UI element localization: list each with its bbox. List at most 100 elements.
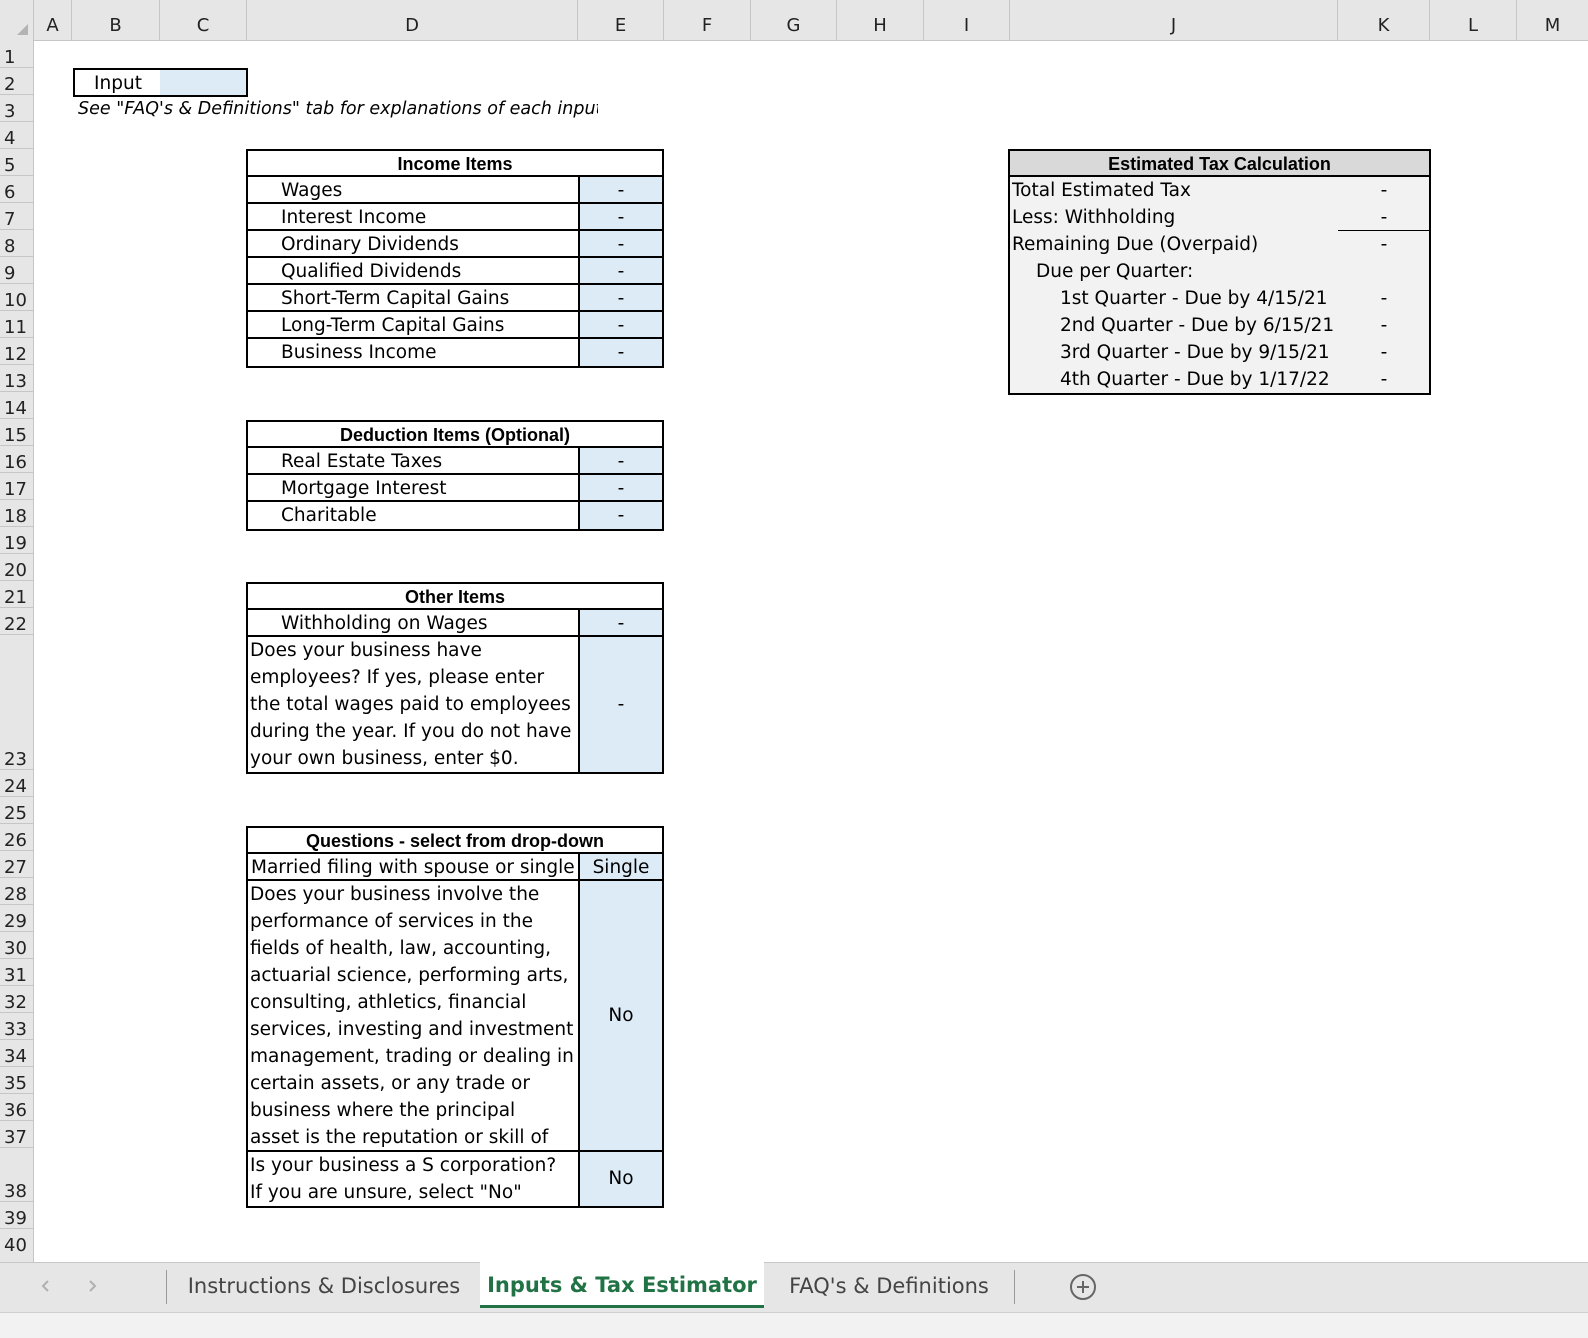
tab-separator xyxy=(166,1270,167,1304)
question-services-line: asset is the reputation or skill of xyxy=(250,1127,549,1148)
row-header[interactable]: 39 xyxy=(0,1202,34,1229)
column-header-c[interactable]: C xyxy=(160,0,247,41)
deduction-items-title: Deduction Items (Optional) xyxy=(248,422,662,448)
row-header[interactable]: 3 xyxy=(0,95,34,122)
tab-instructions-disclosures[interactable]: Instructions & Disclosures xyxy=(168,1263,480,1307)
row-header[interactable]: 10 xyxy=(0,284,34,311)
income-input-wages[interactable]: - xyxy=(580,177,662,204)
column-header-h[interactable]: H xyxy=(837,0,924,41)
row-header[interactable]: 18 xyxy=(0,500,34,527)
row-header[interactable]: 13 xyxy=(0,365,34,392)
tab-faqs-definitions[interactable]: FAQ's & Definitions xyxy=(764,1263,1014,1307)
row-header[interactable]: 8 xyxy=(0,230,34,257)
estimate-label-q4: 4th Quarter - Due by 1/17/22 xyxy=(1060,369,1330,390)
row-header[interactable]: 11 xyxy=(0,311,34,338)
row-header[interactable]: 16 xyxy=(0,446,34,473)
other-items-title: Other Items xyxy=(248,584,662,610)
other-employees-line: employees? If yes, please enter xyxy=(250,667,545,688)
plus-circle-icon[interactable] xyxy=(1069,1273,1097,1301)
other-input-employee-wages[interactable]: - xyxy=(580,691,662,718)
estimate-label-total: Total Estimated Tax xyxy=(1012,180,1191,201)
row-header[interactable]: 15 xyxy=(0,419,34,446)
column-header-d[interactable]: D xyxy=(247,0,578,41)
row-header[interactable]: 1 xyxy=(0,41,34,68)
row-header[interactable]: 5 xyxy=(0,149,34,176)
column-header-f[interactable]: F xyxy=(664,0,751,41)
row-header[interactable]: 14 xyxy=(0,392,34,419)
row-header[interactable]: 9 xyxy=(0,257,34,284)
chevron-right-icon[interactable] xyxy=(82,1274,102,1298)
row-header[interactable]: 4 xyxy=(0,122,34,149)
income-input-interest[interactable]: - xyxy=(580,204,662,231)
row-header[interactable]: 40 xyxy=(0,1229,34,1262)
row-header[interactable]: 36 xyxy=(0,1094,34,1121)
questions-title: Questions - select from drop-down xyxy=(248,828,662,854)
row-header[interactable]: 24 xyxy=(0,770,34,797)
income-input-business-income[interactable]: - xyxy=(580,339,662,366)
row-header[interactable]: 33 xyxy=(0,1013,34,1040)
column-header-b[interactable]: B xyxy=(72,0,160,41)
row-header[interactable]: 31 xyxy=(0,959,34,986)
row-header[interactable]: 19 xyxy=(0,527,34,554)
deduction-input-mortgage-interest[interactable]: - xyxy=(580,475,662,502)
row-header[interactable]: 35 xyxy=(0,1067,34,1094)
question-services-line: consulting, athletics, financial xyxy=(250,992,527,1013)
question-scorp-dropdown[interactable]: No xyxy=(580,1165,662,1192)
other-employees-line: during the year. If you do not have xyxy=(250,721,572,742)
deduction-input-real-estate-taxes[interactable]: - xyxy=(580,448,662,475)
income-input-qualified-dividends[interactable]: - xyxy=(580,258,662,285)
income-label-long-term-gains: Long-Term Capital Gains xyxy=(248,312,578,339)
row-header[interactable]: 37 xyxy=(0,1121,34,1148)
other-label-withholding: Withholding on Wages xyxy=(248,610,578,637)
estimate-value-q4: - xyxy=(1380,369,1388,390)
estimate-value-q1: - xyxy=(1380,288,1388,309)
column-header-i[interactable]: I xyxy=(924,0,1010,41)
income-label-ordinary-dividends: Ordinary Dividends xyxy=(248,231,578,258)
column-header-g[interactable]: G xyxy=(751,0,837,41)
tab-inputs-tax-estimator[interactable]: Inputs & Tax Estimator xyxy=(480,1262,764,1308)
row-header[interactable]: 30 xyxy=(0,932,34,959)
deduction-input-charitable[interactable]: - xyxy=(580,502,662,529)
column-header-j[interactable]: J xyxy=(1010,0,1338,41)
estimate-label-q3: 3rd Quarter - Due by 9/15/21 xyxy=(1060,342,1330,363)
row-header[interactable]: 6 xyxy=(0,176,34,203)
income-input-long-term-gains[interactable]: - xyxy=(580,312,662,339)
income-input-short-term-gains[interactable]: - xyxy=(580,285,662,312)
row-header[interactable]: 32 xyxy=(0,986,34,1013)
row-header[interactable]: 34 xyxy=(0,1040,34,1067)
question-services-line: certain assets, or any trade or xyxy=(250,1073,530,1094)
column-header-l[interactable]: L xyxy=(1430,0,1517,41)
row-header[interactable]: 26 xyxy=(0,824,34,851)
column-header-k[interactable]: K xyxy=(1338,0,1430,41)
estimate-value-q3: - xyxy=(1380,342,1388,363)
question-services-line: management, trading or dealing in xyxy=(250,1046,574,1067)
row-header[interactable]: 12 xyxy=(0,338,34,365)
row-header[interactable]: 17 xyxy=(0,473,34,500)
row-header[interactable]: 2 xyxy=(0,68,34,95)
other-input-withholding[interactable]: - xyxy=(580,610,662,637)
row-header[interactable]: 28 xyxy=(0,878,34,905)
row-header[interactable]: 21 xyxy=(0,581,34,608)
row-header[interactable]: 20 xyxy=(0,554,34,581)
chevron-left-icon[interactable] xyxy=(36,1274,56,1298)
row-header[interactable]: 27 xyxy=(0,851,34,878)
row-header[interactable]: 7 xyxy=(0,203,34,230)
row-header[interactable]: 22 xyxy=(0,608,34,635)
estimate-value-q2: - xyxy=(1380,315,1388,336)
estimate-value-withholding: - xyxy=(1338,204,1430,231)
row-header[interactable]: 29 xyxy=(0,905,34,932)
question-services-line: Does your business involve the xyxy=(250,884,540,905)
column-header-a[interactable]: A xyxy=(34,0,72,41)
question-services-dropdown[interactable]: No xyxy=(580,1002,662,1029)
income-items-title: Income Items xyxy=(248,151,662,177)
income-input-ordinary-dividends[interactable]: - xyxy=(580,231,662,258)
estimate-label-due-per-quarter: Due per Quarter: xyxy=(1036,261,1194,282)
question-filing-status-dropdown[interactable]: Single xyxy=(580,854,662,881)
row-header[interactable]: 38 xyxy=(0,1148,34,1202)
row-header[interactable]: 25 xyxy=(0,797,34,824)
income-label-short-term-gains: Short-Term Capital Gains xyxy=(248,285,578,312)
column-header-m[interactable]: M xyxy=(1517,0,1588,41)
column-header-e[interactable]: E xyxy=(578,0,664,41)
estimate-label-remaining: Remaining Due (Overpaid) xyxy=(1012,234,1259,255)
row-header[interactable]: 23 xyxy=(0,635,34,770)
